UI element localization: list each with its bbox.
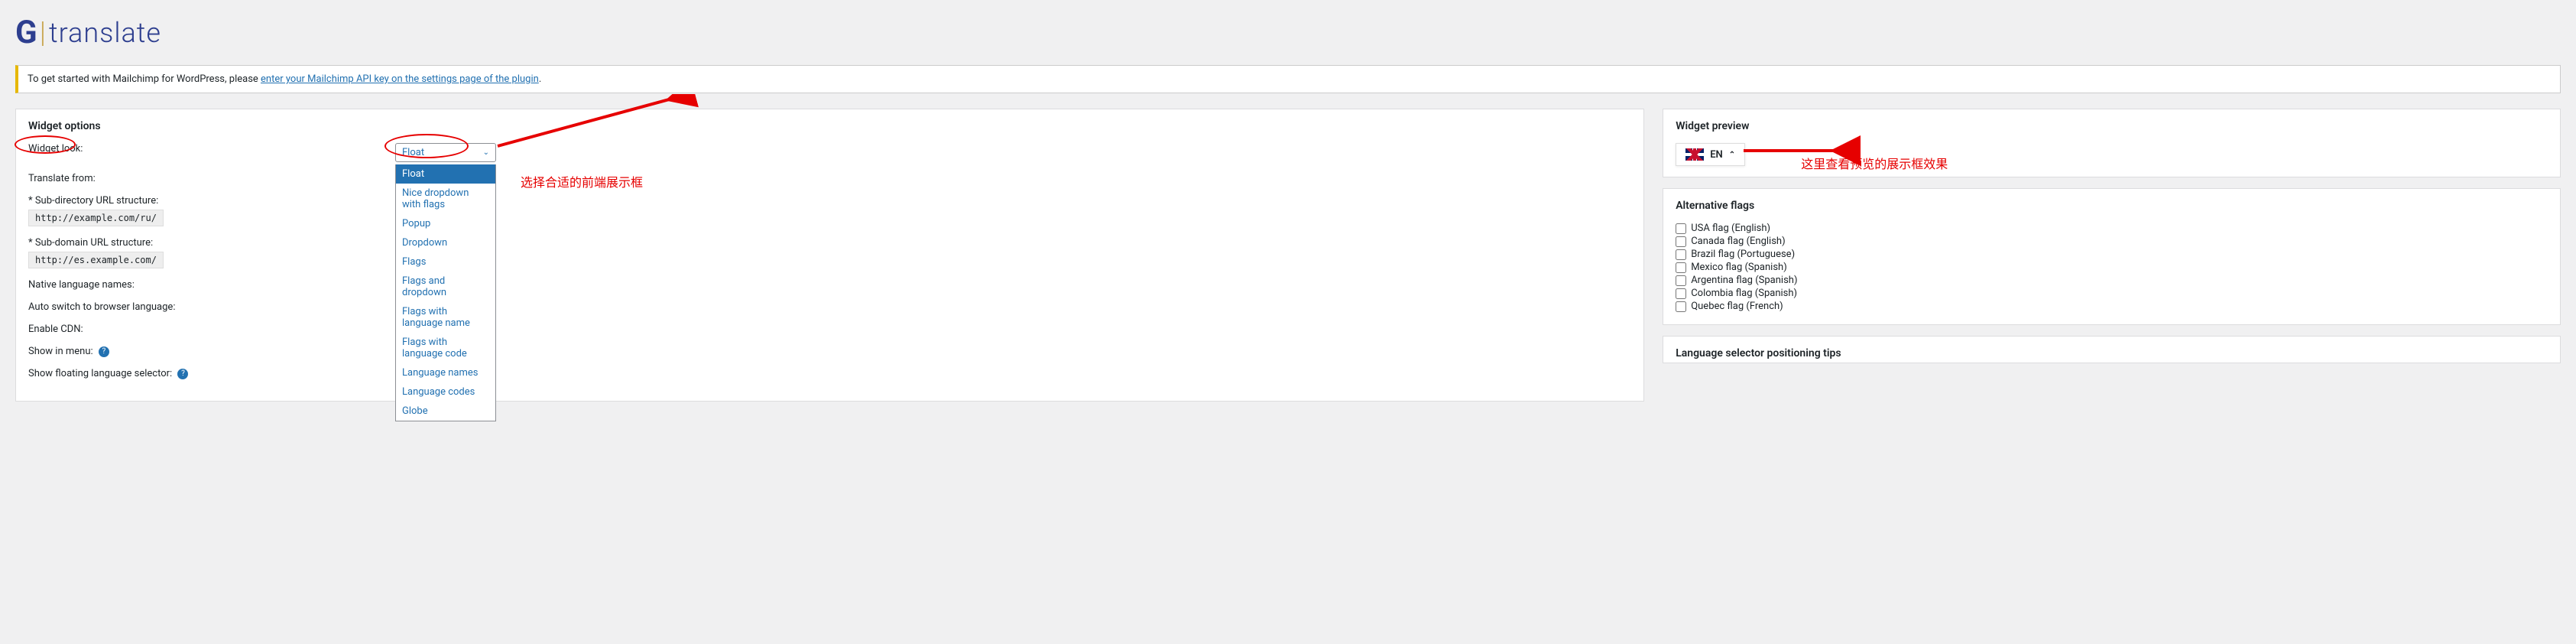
- widget-look-label: Widget look:: [28, 143, 395, 154]
- annotation-arrow-preview: [1732, 135, 1870, 166]
- uk-flag-icon: [1685, 148, 1704, 161]
- enable-cdn-label: Enable CDN:: [28, 324, 395, 335]
- alt-flag-canada[interactable]: Canada flag (English): [1676, 236, 2548, 247]
- alt-flag-label: Mexico flag (Spanish): [1691, 262, 1787, 273]
- notice-suffix: .: [539, 73, 541, 85]
- alt-flag-brazil[interactable]: Brazil flag (Portuguese): [1676, 249, 2548, 260]
- widget-options-title: Widget options: [28, 120, 1631, 132]
- show-menu-label: Show in menu:: [28, 346, 93, 357]
- alt-flag-quebec[interactable]: Quebec flag (French): [1676, 301, 2548, 312]
- annotation-text-preview: 这里查看预览的展示框效果: [1801, 154, 1948, 172]
- sub-dir-label: * Sub-directory URL structure:: [28, 195, 395, 207]
- dropdown-option-dropdown[interactable]: Dropdown: [396, 233, 495, 252]
- checkbox[interactable]: [1676, 236, 1686, 247]
- sub-dir-code: http://example.com/ru/: [28, 210, 164, 226]
- logo: G | translate: [15, 0, 2561, 59]
- dropdown-option-flags[interactable]: Flags: [396, 252, 495, 272]
- widget-look-select[interactable]: Float ⌄: [395, 143, 496, 162]
- logo-separator: |: [40, 16, 46, 50]
- alt-flag-label: Quebec flag (French): [1691, 301, 1783, 312]
- lang-selector-tips-title: Language selector positioning tips: [1676, 347, 2548, 359]
- notice-link[interactable]: enter your Mailchimp API key on the sett…: [261, 73, 539, 85]
- dropdown-option-nice[interactable]: Nice dropdown with flags: [396, 184, 495, 214]
- widget-preview-panel: Widget preview EN ⌃ 这里查看预览的展示框效果: [1663, 109, 2561, 177]
- checkbox[interactable]: [1676, 301, 1686, 312]
- alt-flag-usa[interactable]: USA flag (English): [1676, 223, 2548, 234]
- checkbox[interactable]: [1676, 262, 1686, 273]
- alt-flag-label: Canada flag (English): [1691, 236, 1785, 247]
- logo-text: translate: [49, 17, 161, 49]
- notice-text: To get started with Mailchimp for WordPr…: [28, 73, 261, 85]
- dropdown-option-float[interactable]: Float: [396, 164, 495, 184]
- chevron-down-icon: ⌄: [483, 148, 489, 157]
- alt-flag-argentina[interactable]: Argentina flag (Spanish): [1676, 275, 2548, 286]
- dropdown-option-lang-names[interactable]: Language names: [396, 363, 495, 382]
- widget-look-value: Float: [402, 147, 424, 158]
- alt-flag-mexico[interactable]: Mexico flag (Spanish): [1676, 262, 2548, 273]
- auto-switch-label: Auto switch to browser language:: [28, 301, 395, 313]
- help-icon[interactable]: ?: [177, 369, 188, 379]
- widget-options-panel: Widget options Widget look: Float ⌄ Floa…: [15, 109, 1644, 402]
- alt-flag-label: USA flag (English): [1691, 223, 1770, 234]
- help-icon[interactable]: ?: [99, 346, 109, 357]
- widget-look-dropdown: Float Nice dropdown with flags Popup Dro…: [395, 164, 496, 421]
- sub-domain-label: * Sub-domain URL structure:: [28, 237, 395, 249]
- dropdown-option-flags-dropdown[interactable]: Flags and dropdown: [396, 272, 495, 302]
- translate-from-label: Translate from:: [28, 173, 395, 184]
- checkbox[interactable]: [1676, 249, 1686, 260]
- alt-flag-label: Brazil flag (Portuguese): [1691, 249, 1795, 260]
- preview-float-widget[interactable]: EN ⌃: [1676, 143, 1745, 166]
- dropdown-option-popup[interactable]: Popup: [396, 214, 495, 233]
- alt-flags-panel: Alternative flags USA flag (English) Can…: [1663, 188, 2561, 325]
- mailchimp-notice: To get started with Mailchimp for WordPr…: [15, 65, 2561, 93]
- logo-g: G: [15, 14, 37, 51]
- lang-selector-tips-panel: Language selector positioning tips: [1663, 336, 2561, 363]
- sub-domain-code: http://es.example.com/: [28, 252, 164, 268]
- dropdown-option-globe[interactable]: Globe: [396, 402, 495, 421]
- checkbox[interactable]: [1676, 275, 1686, 286]
- checkbox[interactable]: [1676, 288, 1686, 299]
- show-floating-label: Show floating language selector:: [28, 368, 172, 379]
- widget-preview-title: Widget preview: [1676, 120, 2548, 132]
- alt-flag-label: Colombia flag (Spanish): [1691, 288, 1797, 299]
- native-names-label: Native language names:: [28, 279, 395, 291]
- dropdown-option-flags-name[interactable]: Flags with language name: [396, 302, 495, 333]
- alt-flags-title: Alternative flags: [1676, 200, 2548, 212]
- preview-lang: EN: [1710, 149, 1723, 161]
- checkbox[interactable]: [1676, 223, 1686, 234]
- alt-flag-label: Argentina flag (Spanish): [1691, 275, 1797, 286]
- dropdown-option-flags-code[interactable]: Flags with language code: [396, 333, 495, 363]
- dropdown-option-lang-codes[interactable]: Language codes: [396, 382, 495, 402]
- chevron-up-icon: ⌃: [1729, 151, 1735, 159]
- alt-flag-colombia[interactable]: Colombia flag (Spanish): [1676, 288, 2548, 299]
